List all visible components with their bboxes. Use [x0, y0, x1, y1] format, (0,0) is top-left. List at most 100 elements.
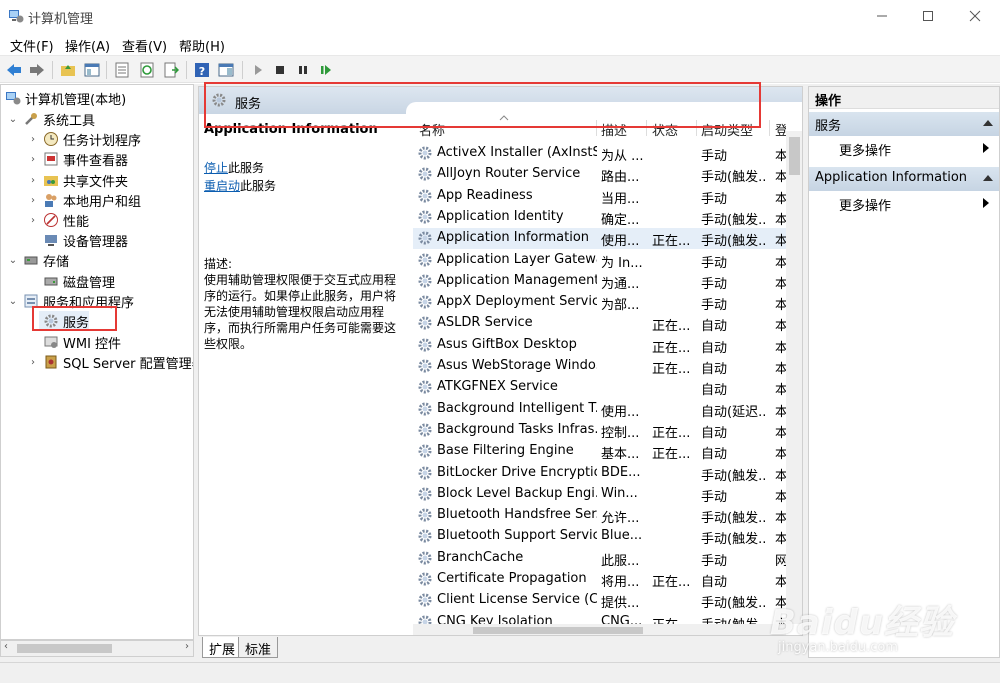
service-row[interactable]: Bluetooth Handsfree Ser...允许... 手动(触发... 本 [413, 505, 786, 526]
services-vertical-scrollbar[interactable] [786, 131, 802, 624]
menu-help[interactable]: 帮助(H) [179, 36, 225, 55]
service-description: 为从 ... [601, 149, 644, 164]
restart-service-link[interactable]: 重启动 [204, 179, 240, 193]
service-row[interactable]: Asus WebStorage Windo... 正在... 自动 本 [413, 356, 786, 377]
service-row[interactable]: AppX Deployment Servic...为部... 手动 本 [413, 292, 786, 313]
pause-service-button[interactable] [293, 60, 313, 80]
tab-standard[interactable]: 标准 [238, 637, 279, 658]
service-logon: 本 [775, 401, 786, 420]
stop-service-button[interactable] [270, 60, 290, 80]
chevron-down-icon[interactable]: ⌄ [7, 114, 19, 125]
tree-item-sql-server[interactable]: › SQL Server 配置管理器 [27, 352, 193, 372]
scroll-thumb[interactable] [17, 644, 112, 653]
chevron-right-icon[interactable]: › [27, 154, 39, 165]
up-folder-button[interactable] [58, 60, 78, 80]
service-row[interactable]: ActiveX Installer (AxInstSV) 为从 ... 手动 本 [413, 143, 786, 164]
view-tabs: 扩展 标准 [198, 637, 803, 659]
service-description: 基本... [601, 447, 640, 463]
service-row[interactable]: BitLocker Drive Encryptio... BDE... 手动(触发.… [413, 463, 786, 484]
restart-service-button[interactable] [316, 60, 336, 80]
gear-icon [418, 444, 432, 458]
gear-icon [418, 529, 432, 543]
more-actions-services[interactable]: 更多操作 [839, 140, 891, 159]
service-row[interactable]: Asus GiftBox Desktop 正在... 自动 本 [413, 335, 786, 356]
scroll-right-icon[interactable]: › [185, 641, 189, 652]
menu-action[interactable]: 操作(A) [65, 36, 110, 55]
service-row[interactable]: CNG Key IsolationCNG...正在...手动(触发...本 [413, 612, 786, 624]
properties-button[interactable] [112, 60, 132, 80]
chevron-right-icon[interactable]: › [27, 357, 39, 368]
actions-section-application-information[interactable]: Application Information [809, 167, 999, 191]
service-row[interactable]: Application Management为通... 手动 本 [413, 271, 786, 292]
collapse-icon[interactable] [983, 175, 993, 181]
scroll-thumb[interactable] [789, 137, 800, 175]
service-row[interactable]: AllJoyn Router Service 路由... 手动(触发... 本 [413, 164, 786, 185]
service-logon: 网 [775, 550, 786, 569]
chevron-right-icon[interactable]: › [27, 134, 39, 145]
collapse-icon[interactable] [983, 120, 993, 126]
service-row[interactable]: App Readiness 当用... 手动 本 [413, 186, 786, 207]
actions-section-services[interactable]: 服务 [809, 112, 999, 136]
service-row[interactable]: ASLDR Service 正在... 自动 本 [413, 313, 786, 334]
scroll-thumb[interactable] [473, 627, 643, 634]
services-horizontal-scrollbar[interactable] [413, 624, 786, 635]
tree-item-performance[interactable]: › 性能 [27, 210, 89, 230]
export-list-button[interactable] [161, 60, 181, 80]
scroll-left-icon[interactable]: ‹ [4, 641, 8, 652]
service-row[interactable]: Background Tasks Infras...控制... 正在... 自动 本 [413, 420, 786, 441]
service-row[interactable]: Background Intelligent T... 使用... 自动(延迟...… [413, 399, 786, 420]
chevron-right-icon[interactable]: › [27, 215, 39, 226]
services-list: 名称 描述 状态 启动类型 登 ActiveX Installer (AxIns… [413, 114, 786, 624]
service-row[interactable]: ATKGFNEX Service 自动 本 [413, 377, 786, 398]
tree-item-label: 系统工具 [43, 113, 96, 129]
service-name: AllJoyn Router Service [437, 166, 581, 182]
tree-item-task-scheduler[interactable]: › 任务计划程序 [27, 129, 141, 149]
tree-item-shared-folders[interactable]: › 共享文件夹 [27, 170, 128, 190]
toolbar-separator [242, 61, 243, 79]
column-header-logon[interactable]: 登 [775, 120, 786, 139]
start-service-button[interactable] [248, 60, 268, 80]
service-row[interactable]: Application Identity 确定... 手动(触发... 本 [413, 207, 786, 228]
service-name: Application Layer Gatewa... [437, 251, 597, 267]
tree-item-storage[interactable]: ⌄ 存储 [7, 250, 69, 270]
tree-item-disk-management[interactable]: 磁盘管理 [39, 271, 115, 291]
close-button[interactable] [952, 0, 998, 32]
tree-item-local-users-groups[interactable]: › 本地用户和组 [27, 190, 141, 210]
tree-root[interactable]: 计算机管理(本地) [5, 88, 126, 108]
svg-text:?: ? [199, 65, 205, 78]
back-button[interactable] [4, 60, 24, 80]
minimize-button[interactable] [859, 0, 905, 32]
tab-extended[interactable]: 扩展 [202, 637, 243, 658]
tree-horizontal-scrollbar[interactable]: ‹ › [0, 640, 194, 657]
help-button[interactable]: ? [192, 60, 212, 80]
service-row[interactable]: Bluetooth Support Service Blue... 手动(触发...… [413, 526, 786, 547]
chevron-down-icon[interactable]: ⌄ [7, 255, 19, 266]
service-row[interactable]: Certificate Propagation 将用... 正在... 自动 本 [413, 569, 786, 590]
maximize-button[interactable] [905, 0, 951, 32]
tree-item-wmi[interactable]: WMI 控件 [39, 332, 121, 352]
chevron-right-icon[interactable]: › [27, 175, 39, 186]
tree-item-device-manager[interactable]: 设备管理器 [39, 230, 128, 250]
tree-item-system-tools[interactable]: ⌄ 系统工具 [7, 109, 95, 129]
service-row[interactable]: Application Information 使用... 正在... 手动(触发..… [413, 228, 786, 250]
show-action-pane-button[interactable] [216, 60, 236, 80]
refresh-button[interactable] [137, 60, 157, 80]
chevron-right-icon[interactable]: › [27, 195, 39, 206]
service-row[interactable]: Block Level Backup Engi...Win... 手动 本 [413, 484, 786, 505]
show-hide-tree-button[interactable] [82, 60, 102, 80]
service-row[interactable]: Client License Service (Cli...提供... 手动(触发… [413, 590, 786, 611]
service-row[interactable]: Base Filtering Engine 基本... 正在... 自动 本 [413, 441, 786, 462]
service-row[interactable]: Application Layer Gatewa...为 In... 手动 本 [413, 250, 786, 271]
tree-item-event-viewer[interactable]: › 事件查看器 [27, 149, 128, 169]
menu-view[interactable]: 查看(V) [122, 36, 167, 55]
close-icon [969, 10, 981, 22]
menu-file[interactable]: 文件(F) [10, 36, 54, 55]
forward-button[interactable] [27, 60, 47, 80]
more-actions-service[interactable]: 更多操作 [839, 195, 891, 214]
stop-service-link[interactable]: 停止 [204, 161, 228, 175]
chevron-down-icon[interactable]: ⌄ [7, 296, 19, 307]
service-startup-type: 手动(触发... [701, 596, 767, 612]
service-row[interactable]: BranchCache 此服... 手动 网 [413, 548, 786, 569]
column-divider[interactable] [769, 120, 770, 136]
service-description-pane: Application Information 停止此服务 重启动此服务 描述:… [199, 114, 409, 635]
